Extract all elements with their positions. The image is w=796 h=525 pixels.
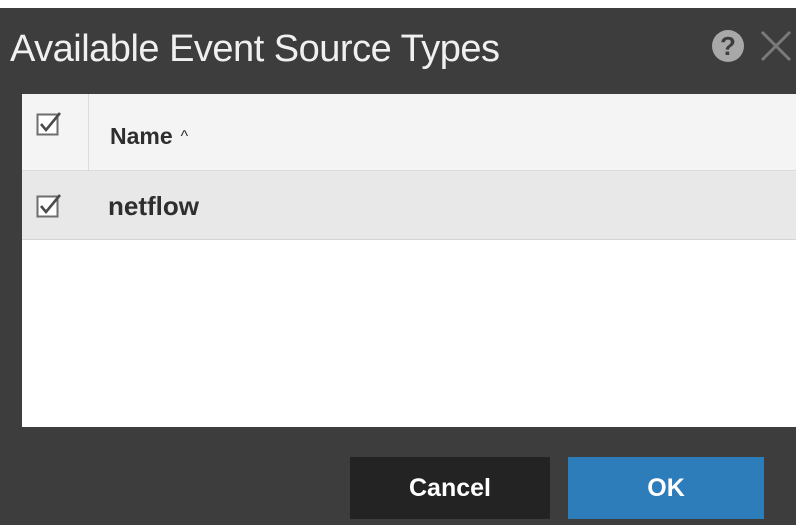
ok-button[interactable]: OK <box>568 457 764 519</box>
dialog-titlebar: Available Event Source Types ? <box>0 8 796 92</box>
cancel-button[interactable]: Cancel <box>350 457 550 519</box>
event-source-types-dialog: Available Event Source Types ? Name ^ ne… <box>0 8 796 525</box>
column-header-name[interactable]: Name ^ <box>110 123 188 150</box>
select-all-checkbox[interactable] <box>36 111 62 137</box>
dialog-title: Available Event Source Types <box>10 28 500 70</box>
dialog-footer: Cancel OK <box>0 428 796 525</box>
close-icon[interactable] <box>756 26 796 66</box>
event-source-grid: Name ^ netflow <box>22 94 796 427</box>
help-icon[interactable]: ? <box>712 30 744 62</box>
sort-ascending-icon: ^ <box>180 128 189 145</box>
table-row[interactable]: netflow <box>22 171 796 240</box>
grid-header-row: Name ^ <box>22 94 796 171</box>
row-checkbox[interactable] <box>36 193 62 219</box>
column-header-name-label: Name <box>110 123 173 149</box>
header-checkbox-cell <box>22 94 89 170</box>
row-name-cell: netflow <box>108 191 199 221</box>
